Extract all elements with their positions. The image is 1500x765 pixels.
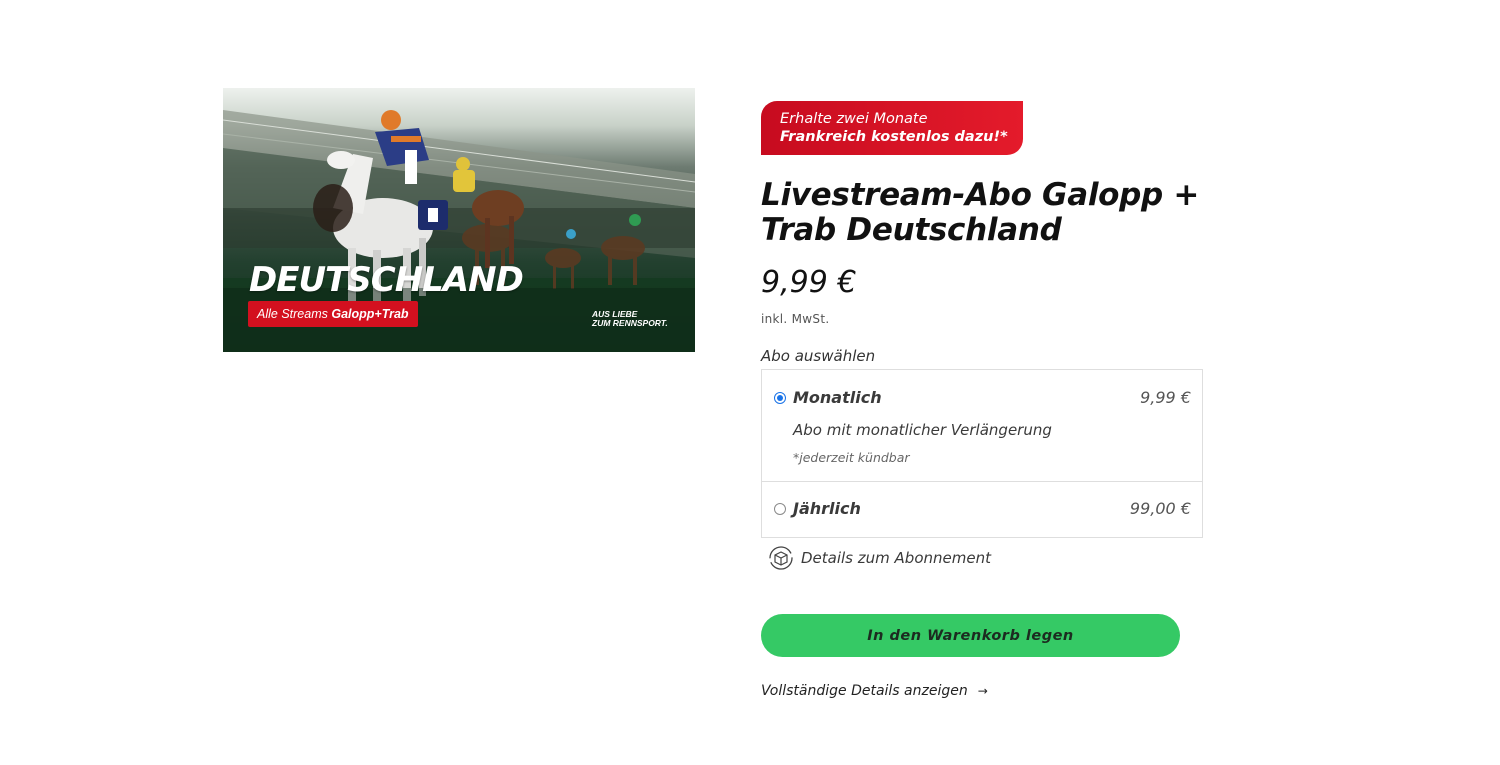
full-details-link[interactable]: Vollständige Details anzeigen → <box>761 683 988 699</box>
promo-badge: Erhalte zwei Monate Frankreich kostenlos… <box>761 101 1023 155</box>
promo-line1: Erhalte zwei Monate <box>780 111 928 127</box>
add-to-cart-button[interactable]: In den Warenkorb legen <box>761 614 1180 657</box>
plan-selector: Monatlich 9,99 € Abo mit monatlicher Ver… <box>761 369 1203 538</box>
tax-note: inkl. MwSt. <box>761 312 830 326</box>
radio-monthly[interactable] <box>774 392 786 404</box>
product-price: 9,99 € <box>761 265 857 300</box>
plan-option-monthly[interactable]: Monatlich 9,99 € Abo mit monatlicher Ver… <box>762 370 1202 482</box>
plan-note-monthly: *jederzeit kündbar <box>793 450 910 465</box>
full-details-label: Vollständige Details anzeigen <box>761 683 968 699</box>
arrow-right-icon: → <box>977 684 988 698</box>
image-slogan-line2: ZUM RENNSPORT. <box>592 318 668 328</box>
plan-name-monthly: Monatlich <box>793 388 882 407</box>
image-tag-bold: Galopp+Trab <box>331 307 409 321</box>
radio-yearly[interactable] <box>774 503 786 515</box>
image-slogan: AUS LIEBE ZUM RENNSPORT. <box>592 310 682 328</box>
promo-line2: Frankreich kostenlos dazu!* <box>780 129 1008 145</box>
plan-description-monthly: Abo mit monatlicher Verlängerung <box>793 421 1052 439</box>
subscription-details-link[interactable]: Details zum Abonnement <box>768 545 991 571</box>
subscription-cycle-icon <box>769 546 793 570</box>
product-title: Livestream-Abo Galopp + Trab Deutschland <box>761 177 1200 248</box>
image-tag: Alle Streams Galopp+Trab <box>248 301 418 327</box>
image-title: DEUTSCHLAND <box>249 260 524 300</box>
plan-option-yearly[interactable]: Jährlich 99,00 € <box>762 482 1202 537</box>
subscription-details-label: Details zum Abonnement <box>801 549 991 567</box>
image-tag-prefix: Alle Streams <box>257 307 328 321</box>
plan-price-yearly: 99,00 € <box>1129 499 1191 518</box>
plan-select-label: Abo auswählen <box>761 347 876 365</box>
product-image: DEUTSCHLAND Alle Streams Galopp+Trab AUS… <box>223 88 695 352</box>
plan-name-yearly: Jährlich <box>793 499 861 518</box>
plan-price-monthly: 9,99 € <box>1140 388 1191 407</box>
